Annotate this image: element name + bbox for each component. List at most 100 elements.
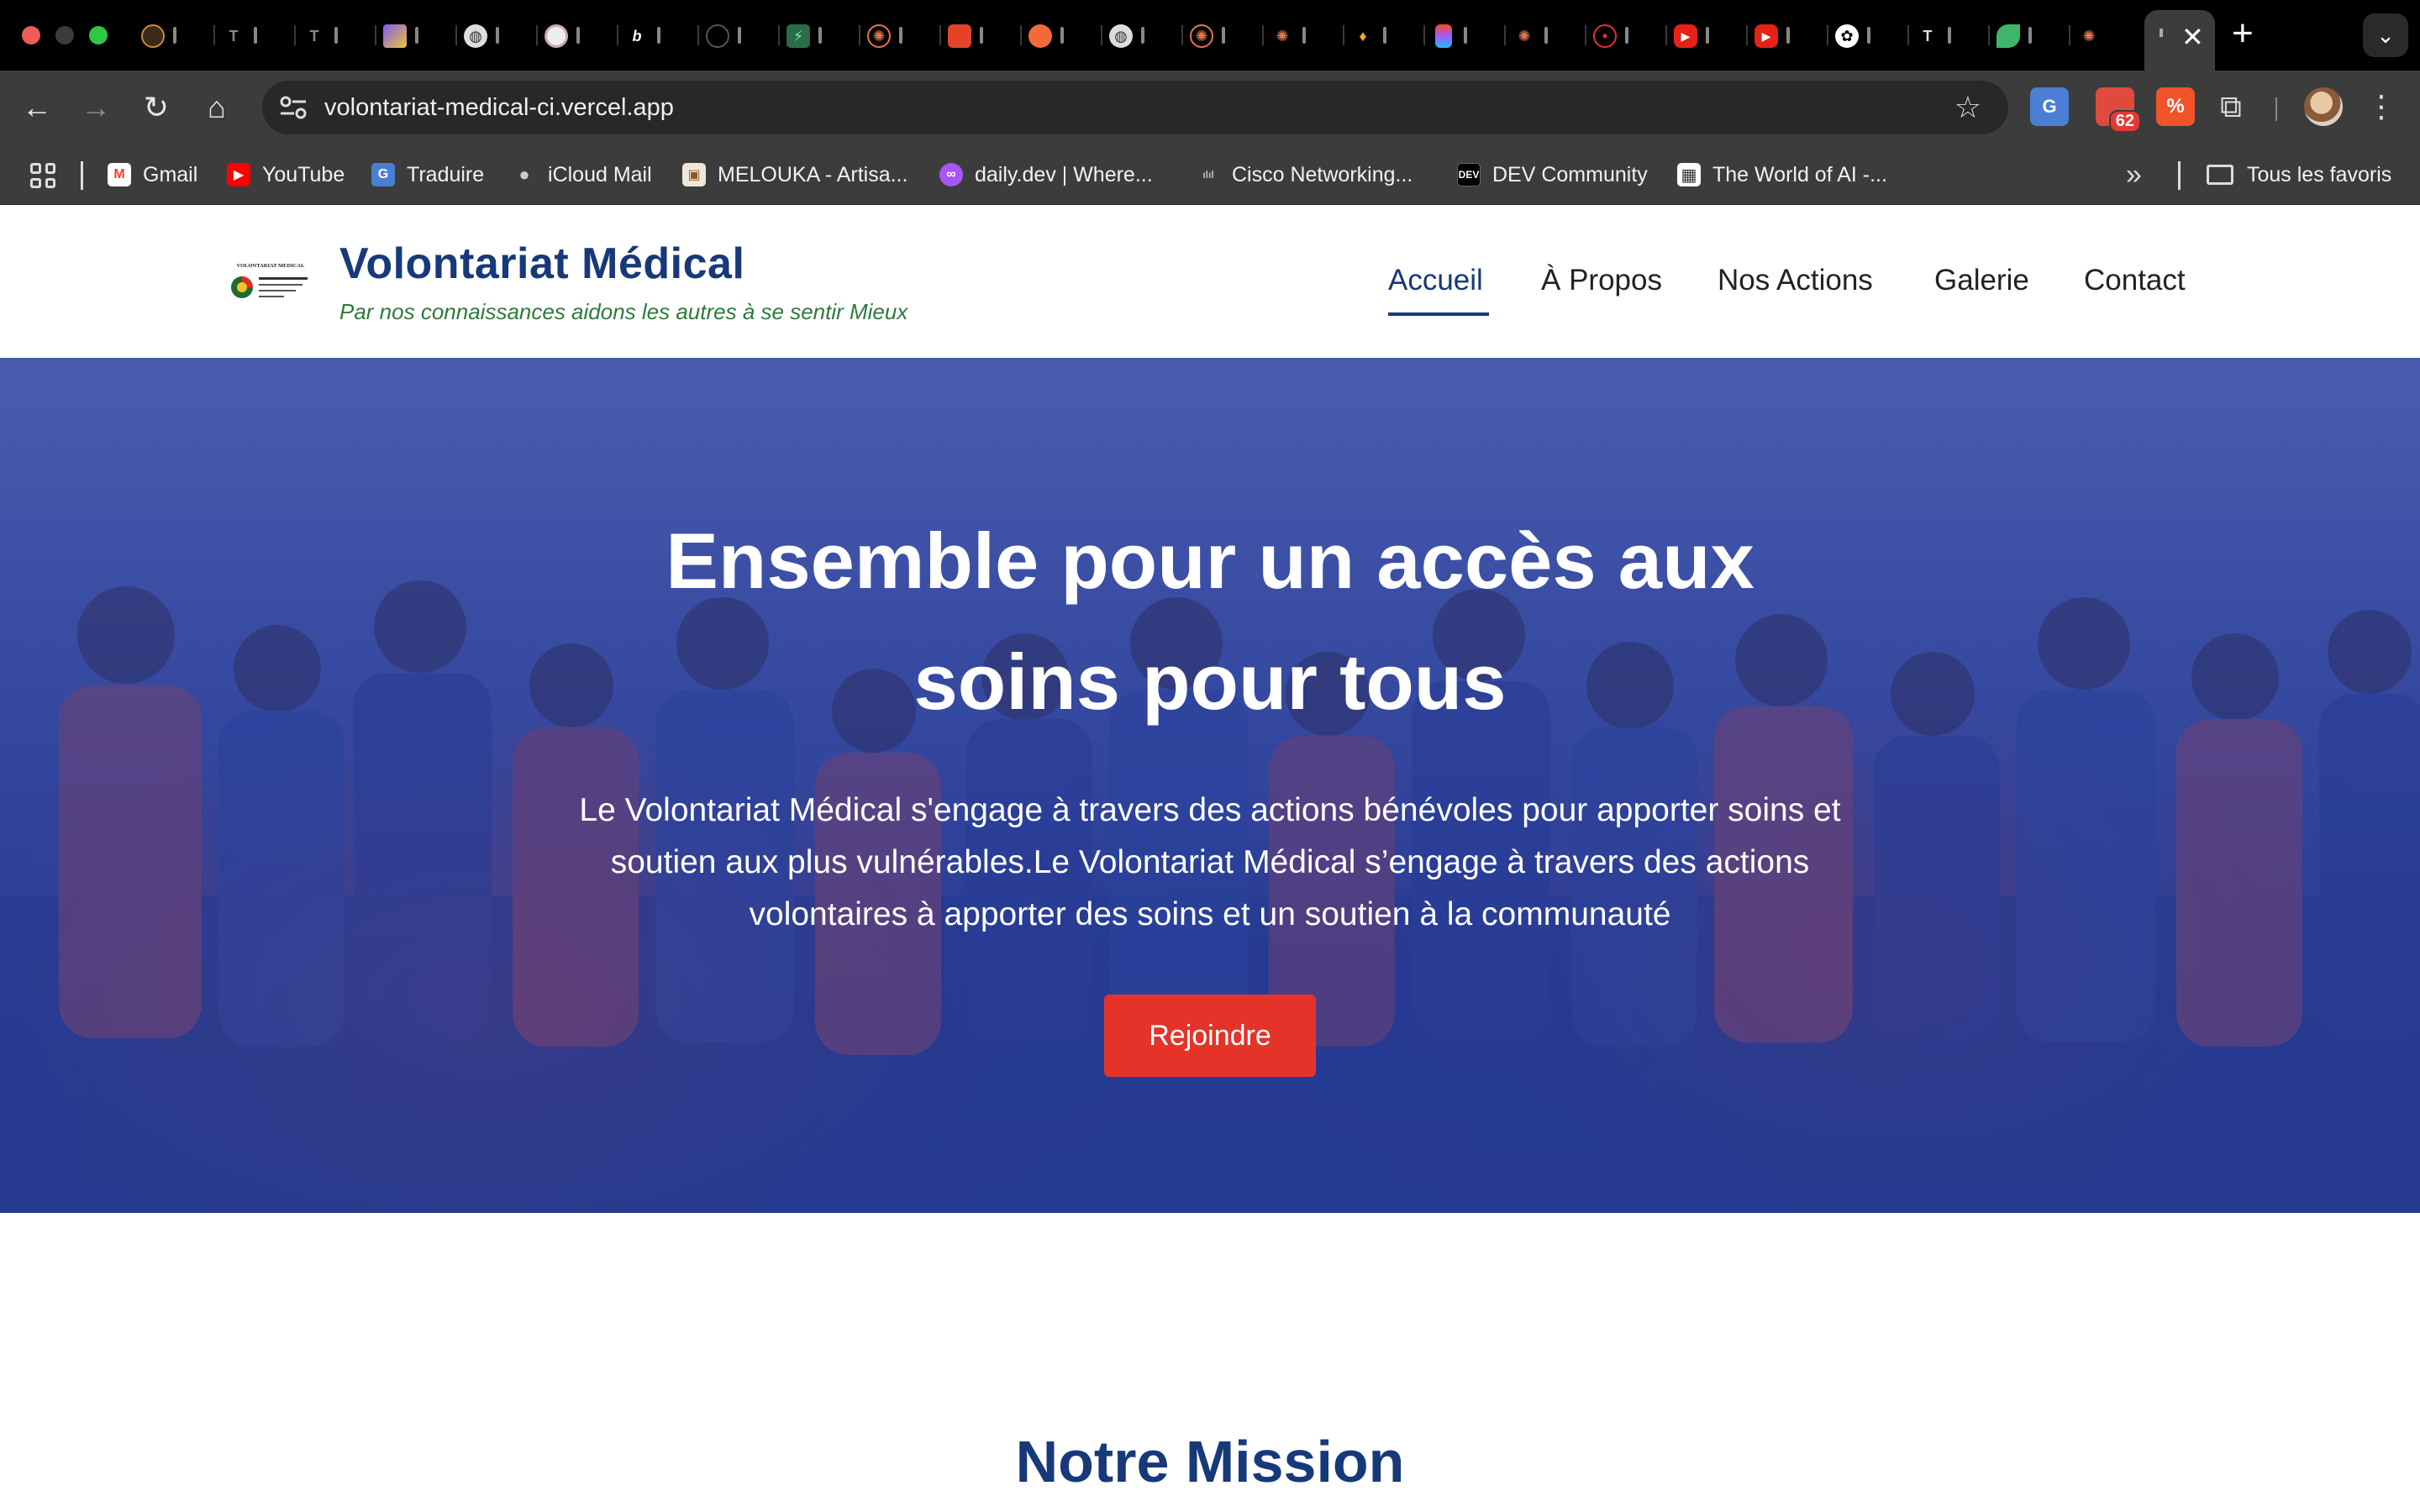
bookmark-cisco[interactable]: ılıl Cisco Networking... <box>1197 144 1413 205</box>
bookmark-melouka[interactable]: ▣ MELOUKA - Artisa... <box>682 144 908 205</box>
mail-extension-icon[interactable]: 62 <box>2096 87 2141 133</box>
bookmark-gmail[interactable]: M Gmail <box>108 144 197 205</box>
browser-tab[interactable]: b <box>618 13 699 57</box>
claude-icon: ✺ <box>1276 27 1289 45</box>
tab-favicon-icon: T <box>229 27 239 45</box>
grid-icon: ▦ <box>1677 163 1701 186</box>
nav-a-propos[interactable]: À Propos <box>1541 264 1662 297</box>
forward-icon[interactable]: → <box>74 86 118 129</box>
figma-icon <box>1435 24 1452 48</box>
browser-tab[interactable]: ▶ <box>1667 13 1748 57</box>
brand-title[interactable]: Volontariat Médical <box>339 239 744 289</box>
youtube-icon: ▶ <box>1754 24 1778 48</box>
address-bar[interactable]: volontariat-medical-ci.vercel.app ☆ <box>262 81 2008 134</box>
tab-strip: T T ◍ b ⚡ ✺ ◍ ✺ ✺ ♦ ✺ • ▶ ▶ ✿ T ✺ ✕ + ⌄ <box>0 0 2420 71</box>
browser-tab[interactable] <box>538 13 618 57</box>
hero-description-line: soutien aux plus vulnérables.Le Volontar… <box>610 844 1810 880</box>
browser-tab[interactable]: ✺ <box>2070 13 2138 57</box>
browser-tab[interactable]: T <box>215 13 296 57</box>
apps-grid-icon[interactable] <box>30 163 55 188</box>
bookmark-youtube[interactable]: ▶ YouTube <box>227 144 345 205</box>
profile-avatar[interactable] <box>2304 87 2343 126</box>
browser-tab[interactable]: ♦ <box>1344 13 1425 57</box>
all-bookmarks-label: Tous les favoris <box>2247 162 2392 186</box>
zap-extension-icon[interactable]: % <box>2156 87 2195 126</box>
translate-extension-icon[interactable]: G <box>2030 87 2069 126</box>
browser-tab[interactable]: T <box>296 13 376 57</box>
close-tab-icon[interactable]: ✕ <box>2181 20 2204 54</box>
hero-title-line: soins pour tous <box>913 638 1507 726</box>
browser-tab[interactable] <box>941 13 1022 57</box>
mail-badge: 62 <box>2108 110 2141 133</box>
gitlab-icon <box>948 24 971 48</box>
browser-tab[interactable] <box>1022 13 1102 57</box>
bookmarks-divider <box>2178 161 2181 190</box>
tab-favicon-icon: ✺ <box>1190 24 1213 48</box>
bookmark-dailydev[interactable]: ∞ daily.dev | Where... <box>939 144 1153 205</box>
hero-description-line: Le Volontariat Médical s'engage à traver… <box>579 792 1841 828</box>
browser-tab[interactable] <box>134 13 215 57</box>
reload-icon[interactable]: ↻ <box>134 86 178 129</box>
browser-tab[interactable]: ◍ <box>457 13 538 57</box>
firebase-icon: ♦ <box>1359 27 1367 45</box>
nav-contact[interactable]: Contact <box>2084 264 2186 297</box>
url-text[interactable]: volontariat-medical-ci.vercel.app <box>324 81 674 134</box>
bookmark-world-of-ai[interactable]: ▦ The World of AI -... <box>1677 144 1887 205</box>
nav-accueil[interactable]: Accueil <box>1388 264 1483 297</box>
join-button[interactable]: Rejoindre <box>1104 995 1316 1077</box>
browser-tab[interactable]: ✿ <box>1828 13 1909 57</box>
browser-tab[interactable]: ◍ <box>1102 13 1183 57</box>
more-bookmarks-icon[interactable]: » <box>2126 144 2142 205</box>
back-icon[interactable]: ← <box>15 86 59 129</box>
bookmark-icloud-mail[interactable]: ● iCloud Mail <box>513 144 652 205</box>
dailydev-icon: ∞ <box>939 163 963 186</box>
active-tab[interactable]: ✕ <box>2144 10 2215 71</box>
nav-nos-actions[interactable]: Nos Actions <box>1718 264 1873 297</box>
claude-icon: ✺ <box>1518 27 1531 45</box>
melouka-icon: ▣ <box>682 163 706 186</box>
bookmark-dev-community[interactable]: DEV DEV Community <box>1457 144 1648 205</box>
site-settings-icon[interactable] <box>279 94 308 121</box>
nav-galerie[interactable]: Galerie <box>1934 264 2029 297</box>
bookmark-label: iCloud Mail <box>548 162 652 186</box>
browser-tab[interactable]: T <box>1909 13 1990 57</box>
folder-icon <box>2207 165 2233 185</box>
close-window-button[interactable] <box>22 26 40 45</box>
browser-tab[interactable]: ⚡ <box>780 13 860 57</box>
browser-tab[interactable]: ✺ <box>1264 13 1344 57</box>
site-logo[interactable]: VOLONTARIAT MEDICAL <box>227 260 314 304</box>
new-tab-button[interactable]: + <box>2232 13 2254 54</box>
browser-tab[interactable] <box>376 13 457 57</box>
youtube-icon: ▶ <box>227 163 250 186</box>
mission-section-title: Notre Mission <box>1015 1429 1405 1494</box>
browser-tab[interactable]: • <box>1586 13 1667 57</box>
logo-text: VOLONTARIAT MEDICAL <box>237 263 306 269</box>
youtube-icon: ▶ <box>1674 24 1697 48</box>
tab-favicon-icon: T <box>1923 27 1933 45</box>
tab-favicon-icon: b <box>632 27 642 45</box>
browser-tab[interactable] <box>1425 13 1506 57</box>
browser-tab[interactable] <box>699 13 780 57</box>
bookmark-star-icon[interactable]: ☆ <box>1954 81 1981 134</box>
tab-favicon-icon <box>706 24 729 48</box>
bookmark-traduire[interactable]: G Traduire <box>371 144 484 205</box>
browser-tab[interactable]: ✺ <box>860 13 941 57</box>
browser-tab[interactable]: ▶ <box>1748 13 1828 57</box>
hero-description-line: volontaires à apporter des soins et un s… <box>749 896 1671 932</box>
home-icon[interactable]: ⌂ <box>195 86 239 129</box>
more-menu-icon[interactable]: ⋮ <box>2366 87 2396 126</box>
browser-tab[interactable]: ✺ <box>1183 13 1264 57</box>
extensions-icon[interactable]: ⧉ <box>2212 87 2250 126</box>
minimize-window-button[interactable] <box>55 26 74 45</box>
all-bookmarks-button[interactable]: Tous les favoris <box>2207 144 2391 205</box>
openai-icon: ✿ <box>1835 24 1859 48</box>
tab-favicon-icon: ✺ <box>867 24 891 48</box>
bookmark-label: Traduire <box>407 162 485 186</box>
browser-tab[interactable] <box>1990 13 2070 57</box>
hero-title-line: Ensemble pour un accès aux <box>666 517 1754 605</box>
tab-favicon-icon <box>1028 24 1052 48</box>
tab-search-button[interactable]: ⌄ <box>2363 13 2408 57</box>
browser-tab[interactable]: ✺ <box>1506 13 1586 57</box>
bookmarks-bar: M Gmail ▶ YouTube G Traduire ● iCloud Ma… <box>0 144 2420 205</box>
maximize-window-button[interactable] <box>89 26 108 45</box>
